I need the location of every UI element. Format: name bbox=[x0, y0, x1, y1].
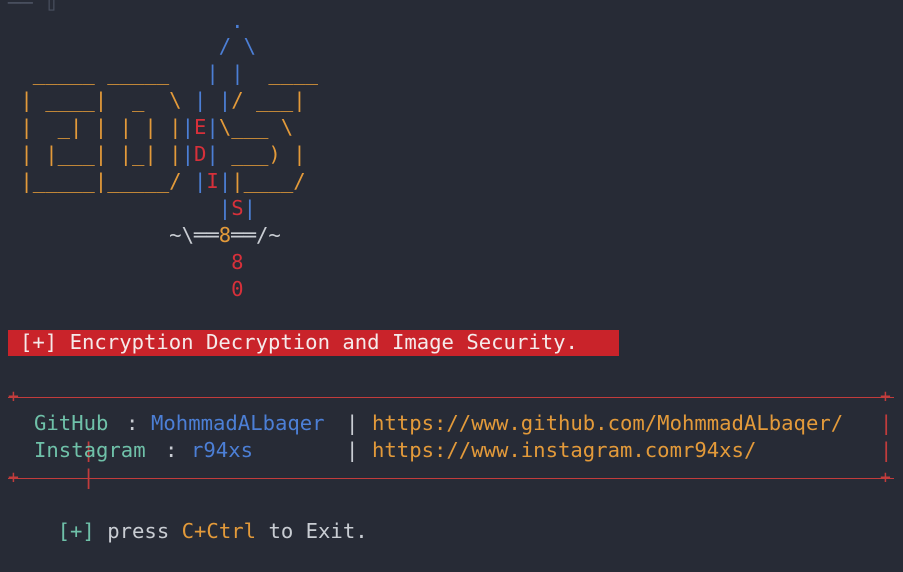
box-left-border: | bbox=[82, 465, 95, 489]
logo-row-10: 0 bbox=[8, 277, 244, 301]
links-box-top-rule bbox=[8, 397, 894, 398]
logo-row-2b: | | bbox=[181, 61, 244, 85]
logo-row: |S| bbox=[8, 195, 256, 222]
github-url-link[interactable]: https://www.github.com/MohmmadALbaqer/ bbox=[372, 410, 843, 437]
logo-row-4b: | bbox=[181, 115, 194, 139]
column-separator: | bbox=[346, 411, 359, 435]
logo-row-5b: | bbox=[181, 142, 194, 166]
logo-letter-s: S bbox=[231, 196, 244, 220]
logo-rocket-tip: . bbox=[8, 8, 244, 35]
logo-row: |_____|_____/ |I||____/ bbox=[8, 168, 306, 195]
logo-row-7b: | bbox=[243, 196, 256, 220]
logo-row-2a: _____ _____ bbox=[8, 61, 182, 85]
logo-row-3a: | ____| _ \ bbox=[8, 88, 182, 112]
github-handle[interactable]: MohmmadALbaqer bbox=[151, 410, 325, 437]
logo-row-5c: | bbox=[206, 142, 219, 166]
logo-row: ~\══8══/~ bbox=[8, 222, 281, 249]
logo-row-3b: | | bbox=[181, 88, 232, 112]
logo-row: 8 bbox=[8, 249, 244, 276]
exit-hint-prefix: [+] bbox=[57, 519, 95, 543]
exit-hint-keys: C+Ctrl bbox=[181, 519, 257, 543]
github-label: GitHub bbox=[34, 411, 109, 435]
logo-row-4a: | _| | | | | bbox=[8, 115, 182, 139]
corner-plus-icon: + bbox=[880, 386, 891, 407]
logo-row-3c: / ___| bbox=[231, 88, 306, 112]
exit-hint: [+] press C+Ctrl to Exit. bbox=[8, 491, 368, 543]
instagram-colon: : bbox=[165, 438, 178, 462]
logo-letter-d: D bbox=[194, 142, 207, 166]
logo-row-6b: | bbox=[181, 169, 207, 193]
terminal-window[interactable]: ── ▯ . / \ _____ _____ | | ____ | ____| … bbox=[0, 0, 903, 543]
logo-row-5a: | |___| |_| | bbox=[8, 142, 182, 166]
exit-hint-space bbox=[169, 519, 181, 543]
logo-row: _____ _____ | | ____ bbox=[8, 60, 318, 87]
logo-row-9: 8 bbox=[8, 250, 244, 274]
logo-row-8a: ~\══ bbox=[8, 223, 219, 247]
instagram-url-link[interactable]: https://www.instagram.comr94xs/ bbox=[372, 437, 756, 464]
exit-hint-space bbox=[95, 519, 107, 543]
logo-letter-i: I bbox=[206, 169, 219, 193]
logo-row-6c: | bbox=[218, 169, 232, 193]
exit-hint-space bbox=[256, 519, 268, 543]
logo-row: | ____| _ \ | |/ ___| bbox=[8, 87, 306, 114]
logo-rocket-cone: / \ bbox=[8, 33, 256, 60]
instagram-label: Instagram bbox=[34, 438, 146, 462]
logo-row-2c: ____ bbox=[243, 61, 318, 85]
logo-row-8b: 8 bbox=[218, 223, 232, 247]
exit-hint-suffix: to Exit. bbox=[268, 519, 368, 543]
logo-row-4d: \___ \ bbox=[218, 115, 294, 139]
instagram-handle[interactable]: r94xs bbox=[191, 437, 253, 464]
corner-plus-icon: + bbox=[8, 467, 19, 488]
logo-row-1: / \ bbox=[8, 34, 256, 58]
links-box-bottom-rule bbox=[8, 478, 894, 479]
logo-letter-e: E bbox=[194, 115, 207, 139]
logo-row: | |___| |_| ||D| ___) | bbox=[8, 141, 306, 168]
title-banner: [+] Encryption Decryption and Image Secu… bbox=[8, 330, 619, 356]
corner-plus-icon: + bbox=[8, 386, 19, 407]
column-separator: | bbox=[346, 438, 359, 462]
logo-row-4c: | bbox=[206, 115, 219, 139]
exit-hint-press: press bbox=[107, 519, 170, 543]
logo-row-5d: ___) | bbox=[218, 142, 306, 166]
box-right-border: | bbox=[880, 438, 893, 462]
logo-row-6a: |_____|_____/ bbox=[8, 169, 182, 193]
github-colon: : bbox=[126, 411, 139, 435]
logo-row: 0 bbox=[8, 276, 244, 303]
logo-row-7a: | bbox=[8, 196, 232, 220]
logo-row-8c: ══/~ bbox=[231, 223, 281, 247]
banner-text: [+] Encryption Decryption and Image Secu… bbox=[20, 330, 578, 354]
logo-row: | _| | | | ||E|\___ \ bbox=[8, 114, 293, 141]
logo-row-0: . bbox=[8, 9, 244, 33]
corner-plus-icon: + bbox=[880, 467, 891, 488]
box-right-border: | bbox=[880, 411, 893, 435]
logo-row-6d: |____/ bbox=[231, 169, 306, 193]
